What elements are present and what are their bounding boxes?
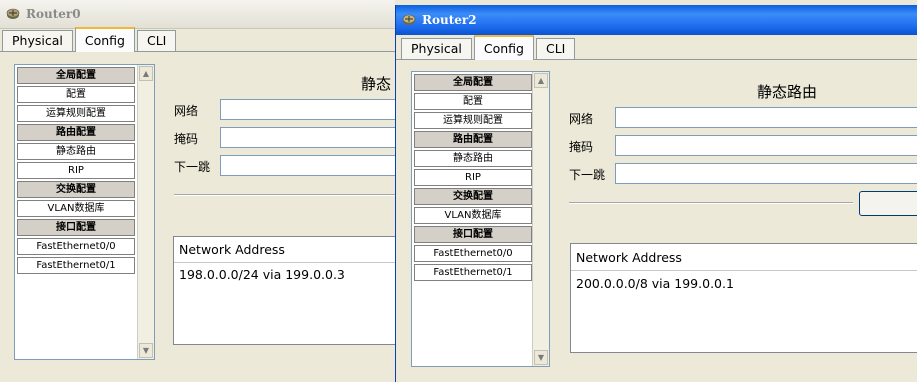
window-title: Router2 <box>422 13 477 27</box>
router2-window: Router2 Physical Config CLI 全局配置 配置 运算规则… <box>395 5 917 382</box>
nav-item-vlan-database[interactable]: VLAN数据库 <box>17 200 135 217</box>
route-table-row[interactable]: 198.0.0.0/24 via 199.0.0.3 <box>179 267 345 282</box>
router0-title-bar[interactable]: Router0 <box>0 0 395 29</box>
add-route-button[interactable] <box>859 191 917 216</box>
nav-item-rip[interactable]: RIP <box>414 169 532 186</box>
config-nav-list: 全局配置 配置 运算规则配置 路由配置 静态路由 RIP 交换配置 VLAN数据… <box>14 64 155 360</box>
window-title: Router0 <box>26 7 81 21</box>
route-table-header: Network Address <box>179 242 285 257</box>
router-icon <box>402 14 416 25</box>
nav-item-fastethernet0-0[interactable]: FastEthernet0/0 <box>17 238 135 255</box>
nav-header-switching: 交换配置 <box>17 181 135 198</box>
next-hop-input[interactable] <box>220 155 395 176</box>
network-label: 网络 <box>174 104 199 118</box>
tab-config[interactable]: Config <box>473 35 534 60</box>
nav-item-settings[interactable]: 配置 <box>414 93 532 110</box>
mask-input[interactable] <box>220 127 395 148</box>
scroll-down-arrow-icon[interactable]: ▼ <box>139 343 153 358</box>
nav-item-algorithm-settings[interactable]: 运算规则配置 <box>414 112 532 129</box>
nav-item-static-routing[interactable]: 静态路由 <box>17 143 135 160</box>
route-table: Network Address 200.0.0.0/8 via 199.0.0.… <box>570 243 917 353</box>
scroll-up-arrow-icon[interactable]: ▲ <box>139 66 153 81</box>
nav-header-interface: 接口配置 <box>414 226 532 243</box>
divider <box>174 194 395 196</box>
nav-item-static-routing[interactable]: 静态路由 <box>414 150 532 167</box>
route-table-row[interactable]: 200.0.0.0/8 via 199.0.0.1 <box>576 276 734 291</box>
tab-cli[interactable]: CLI <box>136 30 177 51</box>
nav-item-fastethernet0-0[interactable]: FastEthernet0/0 <box>414 245 532 262</box>
nav-item-fastethernet0-1[interactable]: FastEthernet0/1 <box>414 264 532 281</box>
mask-label: 掩码 <box>569 140 594 154</box>
route-table-header-divider <box>174 262 395 263</box>
nav-item-vlan-database[interactable]: VLAN数据库 <box>414 207 532 224</box>
nav-header-switching: 交换配置 <box>414 188 532 205</box>
router2-title-bar[interactable]: Router2 <box>396 5 917 35</box>
mask-input[interactable] <box>615 135 917 156</box>
tab-physical[interactable]: Physical <box>401 38 472 59</box>
tab-physical[interactable]: Physical <box>2 30 73 51</box>
nav-item-rip[interactable]: RIP <box>17 162 135 179</box>
section-title: 静态 <box>361 75 392 93</box>
scroll-up-arrow-icon[interactable]: ▲ <box>534 73 548 88</box>
route-table-header: Network Address <box>576 250 682 265</box>
network-input[interactable] <box>615 107 917 128</box>
nav-header-global: 全局配置 <box>414 74 532 91</box>
nav-header-global: 全局配置 <box>17 67 135 84</box>
tab-cli[interactable]: CLI <box>535 38 576 59</box>
router0-window: Router0 Physical Config CLI 全局配置 配置 运算规则… <box>0 0 395 382</box>
scroll-down-arrow-icon[interactable]: ▼ <box>534 350 548 365</box>
nav-header-routing: 路由配置 <box>17 124 135 141</box>
mask-label: 掩码 <box>174 132 199 146</box>
nav-header-interface: 接口配置 <box>17 219 135 236</box>
nav-header-routing: 路由配置 <box>414 131 532 148</box>
network-label: 网络 <box>569 112 594 126</box>
nav-scrollbar[interactable]: ▲ ▼ <box>532 72 549 366</box>
next-hop-label: 下一跳 <box>569 168 606 182</box>
route-table-header-divider <box>571 270 917 271</box>
nav-item-algorithm-settings[interactable]: 运算规则配置 <box>17 105 135 122</box>
next-hop-input[interactable] <box>615 163 917 184</box>
divider <box>569 202 853 204</box>
router-icon <box>6 8 20 19</box>
route-table: Network Address 198.0.0.0/24 via 199.0.0… <box>173 236 395 345</box>
nav-item-fastethernet0-1[interactable]: FastEthernet0/1 <box>17 257 135 274</box>
network-input[interactable] <box>220 99 395 120</box>
config-nav-list: 全局配置 配置 运算规则配置 路由配置 静态路由 RIP 交换配置 VLAN数据… <box>411 71 550 367</box>
next-hop-label: 下一跳 <box>174 160 211 174</box>
nav-scrollbar[interactable]: ▲ ▼ <box>137 65 154 359</box>
section-title: 静态路由 <box>757 83 818 101</box>
nav-item-settings[interactable]: 配置 <box>17 86 135 103</box>
tab-config[interactable]: Config <box>74 27 135 52</box>
